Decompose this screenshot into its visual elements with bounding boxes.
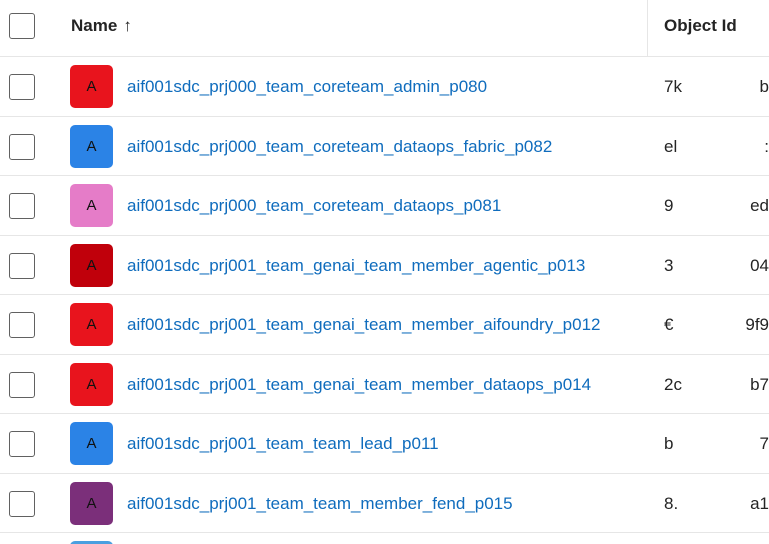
group-avatar: A — [70, 243, 113, 287]
row-select-checkbox[interactable] — [9, 74, 35, 100]
object-id-start: b — [664, 434, 674, 453]
table-row[interactable]: Aaif001sdc_prj000_team_coreteam_admin_p0… — [0, 57, 769, 117]
table-row[interactable]: Aaif001sdc_prj001_team_genai_team_member… — [0, 236, 769, 295]
object-id-column-header[interactable]: Object Id — [664, 16, 737, 36]
row-select-checkbox[interactable] — [9, 312, 35, 338]
object-id-start: 9 — [664, 196, 674, 215]
group-name-link[interactable]: aif001sdc_prj001_team_genai_team_member_… — [127, 256, 585, 276]
object-id-cell: 9 ed — [664, 196, 769, 216]
object-id-start: 7k — [664, 77, 682, 96]
table-row[interactable]: Aaif001sdc_prj000_team_coreteam_dataops_… — [0, 117, 769, 176]
group-avatar: A — [70, 124, 113, 168]
groups-grid: Name ↑ Object Id Aaif001sdc_prj000_team_c… — [0, 0, 769, 544]
group-avatar: A — [70, 481, 113, 525]
group-name-link[interactable]: aif001sdc_prj000_team_coreteam_admin_p08… — [127, 77, 487, 97]
object-id-end: 7 — [759, 434, 769, 453]
object-id-end: : — [764, 136, 769, 156]
group-avatar: A — [70, 303, 113, 346]
object-id-start: 8. — [664, 493, 679, 513]
object-id-cell: b7 — [664, 434, 769, 454]
select-all-checkbox[interactable] — [9, 13, 35, 39]
object-id-cell: 2c b7 — [664, 375, 769, 395]
group-name-link[interactable]: aif001sdc_prj000_team_coreteam_dataops_f… — [127, 137, 552, 157]
group-name-link[interactable]: aif001sdc_prj000_team_coreteam_dataops_p… — [127, 196, 501, 216]
name-column-header[interactable]: Name ↑ — [71, 16, 132, 36]
group-name-link[interactable]: aif001sdc_prj001_team_team_member_fend_p… — [127, 494, 513, 514]
name-column-label: Name — [71, 16, 118, 35]
object-id-cell: 3 04 — [664, 256, 769, 276]
sort-ascending-icon: ↑ — [123, 16, 132, 35]
object-id-cell: el: — [664, 137, 769, 157]
object-id-start: € — [664, 315, 674, 334]
group-avatar: A — [70, 422, 113, 465]
object-id-end: b — [759, 77, 769, 96]
object-id-end: 04 — [750, 255, 769, 275]
row-select-checkbox[interactable] — [9, 371, 35, 398]
group-name-link[interactable]: aif001sdc_prj001_team_genai_team_member_… — [127, 315, 601, 335]
row-select-checkbox[interactable] — [9, 490, 35, 517]
table-row[interactable]: Aaif001sdc_prj001_team_genai_team_member… — [0, 355, 769, 414]
table-row[interactable]: Aaif001sdc_prj001_team_team_member_fend_… — [0, 474, 769, 533]
table-row-partial[interactable] — [0, 533, 769, 544]
grid-header: Name ↑ Object Id — [0, 0, 769, 57]
group-avatar: A — [70, 362, 113, 406]
object-id-cell: 7k b — [664, 77, 769, 97]
table-row[interactable]: Aaif001sdc_prj000_team_coreteam_dataops_… — [0, 176, 769, 236]
object-id-start: 2c — [664, 374, 682, 394]
object-id-end: 9f9 — [745, 315, 769, 334]
object-id-end: a1 — [750, 493, 769, 513]
row-select-checkbox[interactable] — [9, 193, 35, 219]
row-select-checkbox[interactable] — [9, 133, 35, 160]
object-id-start: 3 — [664, 255, 674, 275]
group-avatar: A — [70, 65, 113, 108]
group-avatar: A — [70, 184, 113, 227]
table-row[interactable]: Aaif001sdc_prj001_team_genai_team_member… — [0, 295, 769, 355]
object-id-end: b7 — [750, 374, 769, 394]
group-name-link[interactable]: aif001sdc_prj001_team_team_lead_p011 — [127, 434, 439, 454]
row-select-checkbox[interactable] — [9, 431, 35, 457]
object-id-cell: 8. a1 — [664, 494, 769, 514]
object-id-start: el — [664, 136, 678, 156]
object-id-cell: €9f9 — [664, 315, 769, 335]
row-select-checkbox[interactable] — [9, 252, 35, 279]
grid-rows: Aaif001sdc_prj000_team_coreteam_admin_p0… — [0, 57, 769, 544]
object-id-end: ed — [750, 196, 769, 215]
column-resize-handle[interactable] — [647, 0, 648, 57]
table-row[interactable]: Aaif001sdc_prj001_team_team_lead_p011 b 7 — [0, 414, 769, 474]
group-name-link[interactable]: aif001sdc_prj001_team_genai_team_member_… — [127, 375, 591, 395]
